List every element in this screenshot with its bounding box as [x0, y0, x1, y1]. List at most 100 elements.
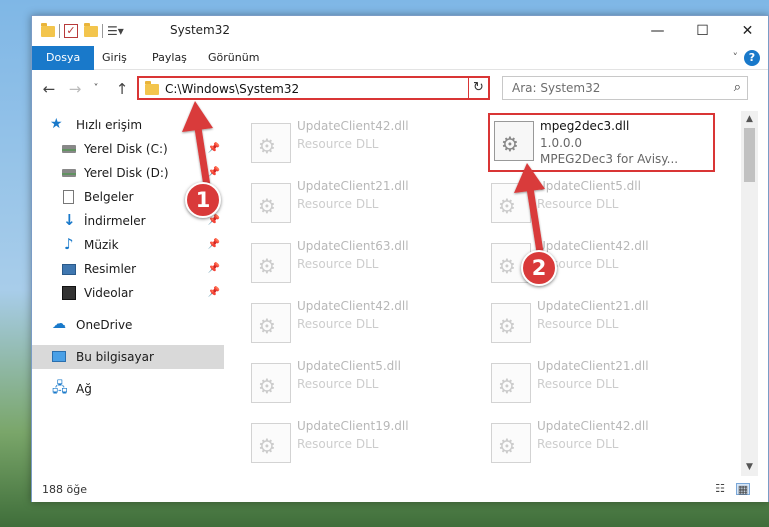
sidebar-item-disk-d[interactable]: Yerel Disk (D:) 📌: [32, 161, 224, 185]
sidebar-item-label: Belgeler: [84, 190, 134, 204]
file-item[interactable]: ⚙ UpdateClient5.dll Resource DLL: [485, 173, 715, 229]
search-input[interactable]: Ara: System32: [512, 81, 600, 95]
file-name: UpdateClient19.dll: [297, 419, 409, 433]
file-type: Resource DLL: [297, 437, 379, 451]
sidebar-item-videos[interactable]: Videolar 📌: [32, 281, 224, 305]
file-item-mpeg2dec3[interactable]: ⚙ mpeg2dec3.dll 1.0.0.0 MPEG2Dec3 for Av…: [488, 113, 715, 172]
dll-file-icon: ⚙: [491, 363, 531, 403]
toolbar-divider: [102, 24, 103, 38]
pin-icon[interactable]: 📌: [208, 137, 220, 161]
callout-badge-1: 1: [185, 182, 221, 218]
file-item[interactable]: ⚙ UpdateClient19.dll Resource DLL: [245, 413, 475, 469]
file-item[interactable]: ⚙ UpdateClient63.dll Resource DLL: [245, 233, 475, 289]
sidebar-item-music[interactable]: ♪ Müzik 📌: [32, 233, 224, 257]
file-item[interactable]: ⚙ UpdateClient21.dll Resource DLL: [245, 173, 475, 229]
dll-file-icon: ⚙: [491, 303, 531, 343]
file-name: UpdateClient42.dll: [297, 119, 409, 133]
expand-ribbon-icon[interactable]: ˅: [733, 51, 739, 64]
window-title: System32: [170, 23, 231, 37]
dll-file-icon: ⚙: [251, 363, 291, 403]
sidebar-item-onedrive[interactable]: ☁ OneDrive: [32, 313, 224, 337]
videos-icon: [62, 286, 76, 300]
file-item[interactable]: ⚙ UpdateClient5.dll Resource DLL: [245, 353, 475, 409]
sidebar-item-label: Resimler: [84, 262, 137, 276]
folder-icon: [145, 81, 159, 95]
sidebar-item-this-pc[interactable]: Bu bilgisayar: [32, 345, 224, 369]
sidebar-item-label: Müzik: [84, 238, 119, 252]
file-version: 1.0.0.0: [540, 136, 582, 150]
tab-view[interactable]: Görünüm: [196, 46, 271, 70]
file-name: UpdateClient21.dll: [537, 299, 649, 313]
sidebar-item-label: Yerel Disk (D:): [84, 166, 169, 180]
file-item[interactable]: ⚙ UpdateClient21.dll Resource DLL: [485, 353, 715, 409]
document-icon: [63, 190, 74, 204]
file-item[interactable]: ⚙ UpdateClient42.dll Resource DLL: [485, 413, 715, 469]
file-item[interactable]: ⚙ UpdateClient42.dll Resource DLL: [485, 233, 715, 289]
tab-home[interactable]: Giriş: [90, 46, 139, 70]
back-button[interactable]: ←: [38, 78, 60, 100]
file-type: Resource DLL: [297, 257, 379, 271]
pin-icon[interactable]: 📌: [208, 281, 220, 305]
quick-access-toolbar: ✓ ☰▾: [41, 22, 124, 40]
download-icon: ↓: [63, 211, 76, 229]
recent-locations-button[interactable]: ˅: [85, 78, 107, 100]
customize-toolbar-icon[interactable]: ☰▾: [107, 24, 124, 38]
sidebar-item-label: OneDrive: [76, 318, 133, 332]
disk-icon: [62, 145, 76, 153]
sidebar-item-quick-access[interactable]: ★ Hızlı erişim: [32, 113, 224, 137]
tab-file[interactable]: Dosya: [32, 46, 95, 70]
properties-icon[interactable]: ✓: [64, 24, 78, 38]
pin-icon[interactable]: 📌: [208, 257, 220, 281]
item-count: 188 öğe: [42, 483, 87, 496]
scroll-down-icon[interactable]: ▼: [741, 459, 758, 476]
search-icon[interactable]: ⌕: [734, 80, 741, 95]
pin-icon[interactable]: 📌: [208, 161, 220, 185]
close-button[interactable]: ✕: [725, 16, 769, 46]
file-item[interactable]: ⚙ UpdateClient42.dll Resource DLL: [245, 113, 475, 169]
file-item[interactable]: ⚙ UpdateClient21.dll Resource DLL: [485, 293, 715, 349]
sidebar-item-label: Ağ: [76, 382, 92, 396]
dll-file-icon: ⚙: [494, 121, 534, 161]
file-type: Resource DLL: [297, 317, 379, 331]
maximize-button[interactable]: ☐: [680, 16, 725, 46]
scroll-up-icon[interactable]: ▲: [741, 111, 758, 128]
toolbar-divider: [59, 24, 60, 38]
sidebar-item-disk-c[interactable]: Yerel Disk (C:) 📌: [32, 137, 224, 161]
sidebar-item-pictures[interactable]: Resimler 📌: [32, 257, 224, 281]
forward-button[interactable]: →: [64, 78, 86, 100]
file-type: MPEG2Dec3 for Avisy...: [540, 152, 679, 166]
details-view-icon[interactable]: ☷: [713, 483, 727, 495]
file-type: Resource DLL: [297, 377, 379, 391]
search-box[interactable]: Ara: System32 ⌕: [502, 76, 748, 100]
navigation-bar: ← → ˅ ↑ C:\Windows\System32 ˅ ↻ Ara: Sys…: [32, 76, 768, 102]
vertical-scrollbar[interactable]: ▲ ▼: [741, 111, 758, 476]
file-name: UpdateClient21.dll: [537, 359, 649, 373]
file-item[interactable]: ⚙ UpdateClient42.dll Resource DLL: [245, 293, 475, 349]
tiles-view-icon[interactable]: ▦: [736, 483, 750, 496]
help-icon[interactable]: ?: [744, 50, 760, 66]
dll-file-icon: ⚙: [251, 303, 291, 343]
pictures-icon: [62, 264, 76, 275]
up-button[interactable]: ↑: [111, 78, 133, 100]
ribbon-tabs: Dosya Giriş Paylaş Görünüm ˅ ?: [32, 46, 768, 70]
tab-share[interactable]: Paylaş: [140, 46, 199, 70]
refresh-button[interactable]: ↻: [468, 76, 490, 100]
dll-file-icon: ⚙: [251, 183, 291, 223]
file-type: Resource DLL: [537, 197, 619, 211]
new-folder-icon[interactable]: [84, 22, 98, 37]
pin-icon[interactable]: 📌: [208, 233, 220, 257]
sidebar-item-network[interactable]: 🖧 Ağ: [32, 377, 224, 401]
file-name: UpdateClient42.dll: [537, 419, 649, 433]
address-bar[interactable]: C:\Windows\System32 ˅: [137, 76, 490, 100]
file-name: UpdateClient42.dll: [297, 299, 409, 313]
address-path[interactable]: C:\Windows\System32: [165, 82, 299, 96]
dll-file-icon: ⚙: [491, 183, 531, 223]
folder-icon[interactable]: [41, 22, 55, 37]
scrollbar-thumb[interactable]: [744, 128, 755, 182]
minimize-button[interactable]: —: [635, 16, 680, 46]
sidebar-item-label: Bu bilgisayar: [76, 350, 154, 364]
music-icon: ♪: [64, 235, 74, 253]
dll-file-icon: ⚙: [251, 243, 291, 283]
file-name: UpdateClient42.dll: [537, 239, 649, 253]
sidebar-item-label: Yerel Disk (C:): [84, 142, 168, 156]
